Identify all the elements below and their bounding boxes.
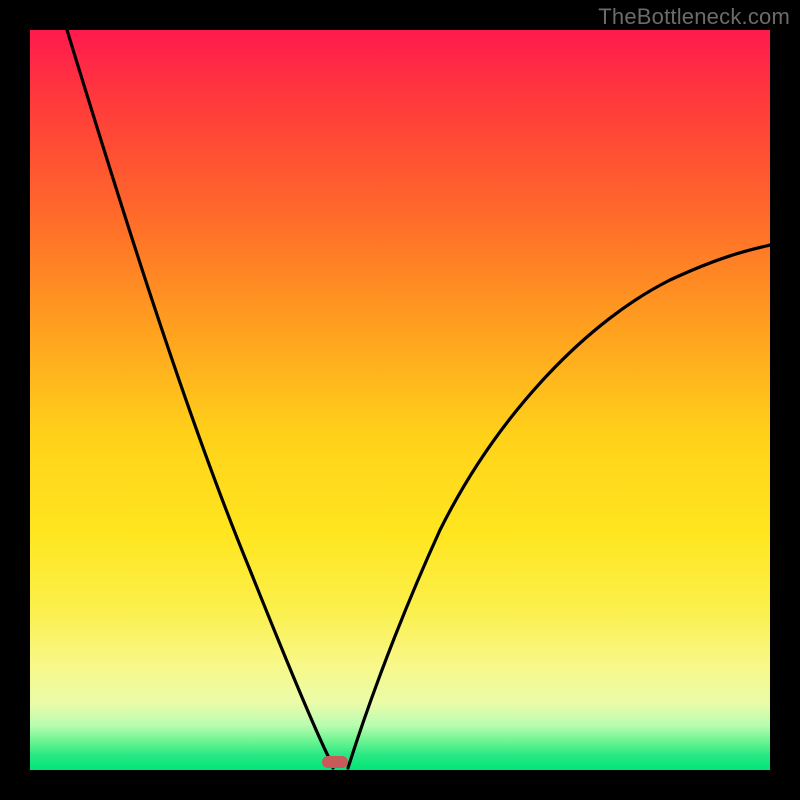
bottleneck-curve <box>30 30 770 770</box>
plot-area <box>30 30 770 770</box>
watermark-text: TheBottleneck.com <box>598 4 790 30</box>
curve-left-branch <box>67 30 333 768</box>
bottleneck-marker <box>322 756 348 768</box>
chart-frame: TheBottleneck.com <box>0 0 800 800</box>
curve-right-branch <box>348 245 770 768</box>
